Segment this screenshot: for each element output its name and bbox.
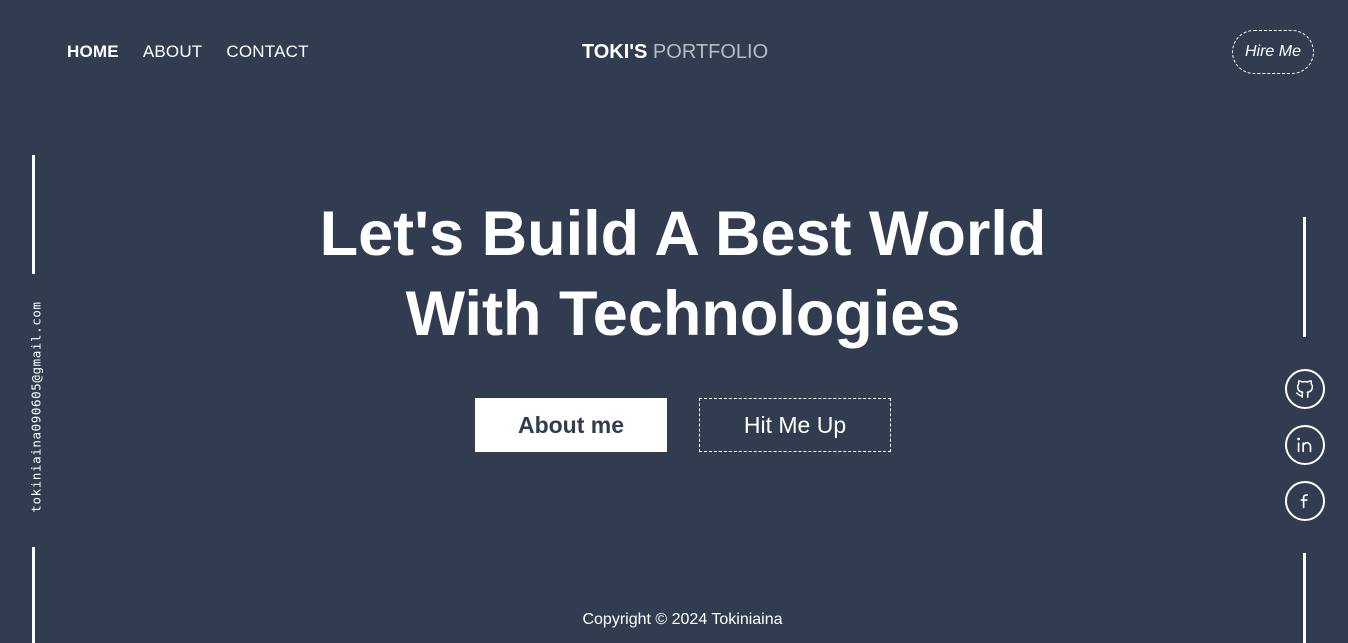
github-icon: [1296, 380, 1314, 398]
portfolio-page: HOME ABOUT CONTACT TOKI'S PORTFOLIO Hire…: [0, 0, 1348, 643]
hire-me-button[interactable]: Hire Me: [1232, 30, 1314, 74]
copyright-text: Copyright © 2024 Tokiniaina: [582, 611, 783, 628]
about-me-button[interactable]: About me: [475, 398, 667, 452]
logo-name: TOKI'S: [581, 41, 648, 63]
site-logo[interactable]: TOKI'S PORTFOLIO: [0, 40, 1348, 64]
logo-subtitle: PORTFOLIO: [652, 41, 769, 63]
facebook-link[interactable]: [1285, 481, 1325, 521]
right-rail-top-line: [1303, 217, 1306, 337]
github-link[interactable]: [1285, 369, 1325, 409]
linkedin-icon: [1297, 437, 1312, 453]
facebook-icon: [1300, 494, 1309, 509]
hero-heading: Let's Build A Best World With Technologi…: [0, 194, 1348, 354]
hero-line-2: With Technologies: [405, 279, 961, 349]
hero-line-1: Let's Build A Best World: [319, 199, 1047, 269]
linkedin-link[interactable]: [1285, 425, 1325, 465]
hit-me-up-button[interactable]: Hit Me Up: [699, 398, 891, 452]
